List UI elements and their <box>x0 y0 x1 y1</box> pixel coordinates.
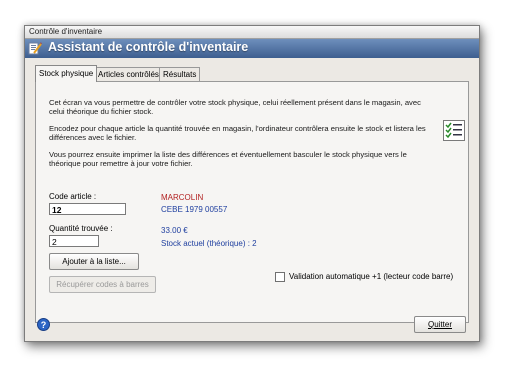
checklist-icon <box>443 120 465 141</box>
intro-paragraph-2: Encodez pour chaque article la quantité … <box>49 124 426 142</box>
stock-physique-panel: Cet écran va vous permettre de contrôler… <box>35 81 469 323</box>
tab-articles-controles[interactable]: Articles contrôlés <box>94 67 163 81</box>
tab-resultats[interactable]: Résultats <box>159 67 201 81</box>
inventory-control-window: Contrôle d'inventaire Assistant de contr… <box>24 25 480 342</box>
code-article-label: Code article : <box>49 192 97 201</box>
auto-validation-checkbox[interactable] <box>275 272 285 282</box>
wizard-header: Assistant de contrôle d'inventaire <box>25 39 479 58</box>
auto-validation-label: Validation automatique +1 (lecteur code … <box>289 272 454 281</box>
add-to-list-button[interactable]: Ajouter à la liste... <box>49 253 139 270</box>
wizard-title: Assistant de contrôle d'inventaire <box>48 40 249 54</box>
help-icon[interactable]: ? <box>37 318 50 331</box>
article-stock: Stock actuel (théorique) : 2 <box>161 239 257 248</box>
window-title: Contrôle d'inventaire <box>29 27 103 36</box>
quantite-trouvee-label: Quantité trouvée : <box>49 224 113 233</box>
svg-text:?: ? <box>41 320 47 330</box>
intro-paragraph-3: Vous pourrez ensuite imprimer la liste d… <box>49 150 407 168</box>
article-name: MARCOLIN <box>161 193 204 202</box>
window-titlebar: Contrôle d'inventaire <box>25 26 479 39</box>
tab-stock-physique[interactable]: Stock physique <box>35 65 98 82</box>
fetch-barcodes-button[interactable]: Récupérer codes à barres <box>49 276 156 293</box>
quit-button[interactable]: Quitter <box>414 316 466 333</box>
intro-paragraph-1: Cet écran va vous permettre de contrôler… <box>49 98 421 116</box>
code-article-input[interactable]: 12 <box>49 203 126 215</box>
inventory-wizard-icon <box>28 42 42 55</box>
article-reference: CEBE 1979 00557 <box>161 205 228 214</box>
article-price: 33.00 € <box>161 226 188 235</box>
quantite-trouvee-input[interactable]: 2 <box>49 235 99 247</box>
